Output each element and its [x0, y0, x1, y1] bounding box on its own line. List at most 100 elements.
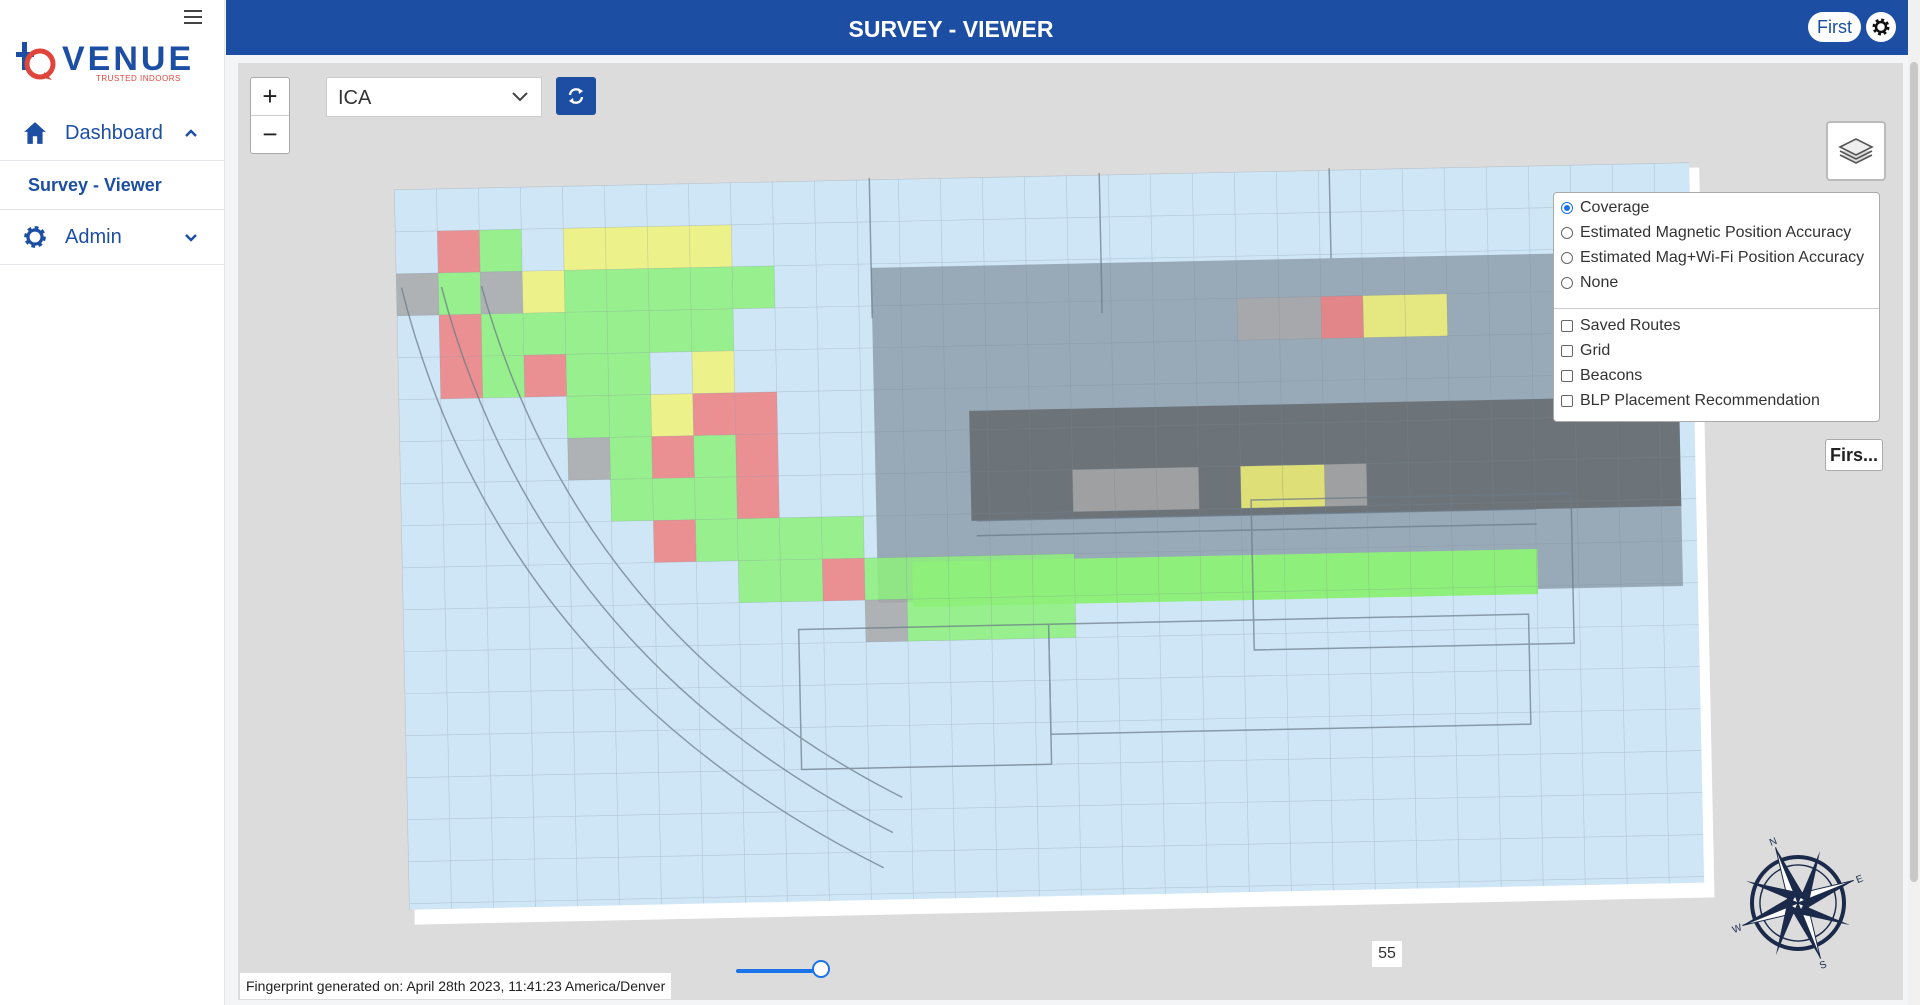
- coverage-cell: [1032, 553, 1076, 597]
- compass-letter-w: W: [1731, 922, 1744, 936]
- layers-button[interactable]: [1826, 121, 1886, 181]
- coverage-cell: [865, 599, 908, 643]
- logo-wordmark: VENUE: [62, 40, 195, 78]
- layer-toggle-grid[interactable]: Grid: [1561, 340, 1610, 362]
- coverage-cell: [647, 225, 691, 269]
- coverage-cell: [610, 478, 654, 522]
- floor-select[interactable]: ICA: [326, 77, 542, 117]
- option-label: Grid: [1580, 342, 1611, 359]
- coverage-cell: [567, 437, 611, 481]
- coverage-cell: [690, 308, 734, 352]
- radio-button[interactable]: [1561, 227, 1573, 239]
- chevron-up-icon: [185, 129, 197, 137]
- coverage-cell: [566, 395, 610, 439]
- coverage-cell: [605, 226, 649, 270]
- refresh-button[interactable]: [556, 77, 596, 115]
- fingerprint-info: Fingerprint generated on: April 28th 202…: [240, 973, 672, 999]
- coverage-cell: [479, 229, 523, 273]
- layer-option-magnetic-accuracy[interactable]: Estimated Magnetic Position Accuracy: [1561, 222, 1851, 244]
- coverage-cell: [1362, 294, 1406, 338]
- zoom-out-button[interactable]: −: [251, 116, 289, 153]
- layer-toggle-blp-recommendation[interactable]: BLP Placement Recommendation: [1561, 390, 1820, 412]
- sidebar-item-dashboard[interactable]: Dashboard: [0, 106, 224, 161]
- layer-toggle-beacons[interactable]: Beacons: [1561, 365, 1642, 387]
- chevron-down-icon: [185, 234, 197, 242]
- page-scrollbar[interactable]: [1908, 0, 1920, 1005]
- coverage-cell: [693, 434, 737, 478]
- coverage-cell: [523, 312, 566, 356]
- option-label: None: [1580, 274, 1619, 291]
- coverage-cell: [736, 475, 780, 519]
- sidebar-item-survey-viewer[interactable]: Survey - Viewer: [0, 161, 224, 210]
- coverage-cell: [738, 559, 782, 603]
- slider-fill: [736, 969, 822, 973]
- sidebar-item-label: Dashboard: [65, 121, 163, 144]
- top-header: SURVEY - VIEWER First: [226, 0, 1908, 55]
- checkbox[interactable]: [1561, 395, 1573, 407]
- coverage-cell: [523, 354, 567, 398]
- coverage-cell: [1278, 296, 1322, 340]
- checkbox[interactable]: [1561, 345, 1573, 357]
- map-viewport[interactable]: + − ICA Coverage Estimated Magnetic Posi…: [238, 63, 1903, 1000]
- coverage-cell: [1156, 467, 1200, 510]
- sidebar-item-label: Survey - Viewer: [28, 174, 162, 195]
- chevron-down-icon: [512, 92, 528, 102]
- floor-select-value: ICA: [338, 87, 372, 109]
- layer-option-mag-wifi-accuracy[interactable]: Estimated Mag+Wi-Fi Position Accuracy: [1561, 247, 1864, 269]
- settings-button[interactable]: [1866, 12, 1896, 42]
- option-label: Estimated Mag+Wi-Fi Position Accuracy: [1580, 249, 1865, 266]
- coverage-cell: [735, 433, 779, 477]
- coverage-cell: [948, 555, 992, 599]
- sidebar-item-admin[interactable]: Admin: [0, 210, 224, 265]
- coverage-cell: [949, 597, 992, 641]
- coverage-cell: [991, 596, 1034, 640]
- compass-letter-s: S: [1818, 959, 1829, 972]
- coverage-cell: [694, 476, 738, 520]
- layer-option-coverage[interactable]: Coverage: [1561, 197, 1649, 219]
- refresh-icon: [568, 88, 584, 104]
- coverage-cell: [650, 393, 694, 437]
- checkbox[interactable]: [1561, 370, 1573, 382]
- zoom-in-button[interactable]: +: [251, 78, 289, 116]
- coverage-cell: [1320, 295, 1364, 339]
- coverage-cell: [1324, 463, 1368, 507]
- layer-option-none[interactable]: None: [1561, 272, 1618, 294]
- coverage-cell: [607, 352, 651, 396]
- zoom-control: + −: [250, 77, 290, 154]
- coverage-cell: [1282, 464, 1326, 508]
- coverage-cell: [648, 267, 691, 311]
- coverage-cell: [652, 477, 696, 521]
- coverage-cell: [606, 268, 649, 312]
- floor-button[interactable]: First: [1808, 12, 1861, 42]
- coverage-cell: [822, 558, 866, 601]
- radio-button[interactable]: [1561, 252, 1573, 264]
- coverage-cell: [732, 265, 775, 309]
- coverage-cell: [689, 224, 733, 268]
- coverage-cell: [821, 516, 865, 559]
- layer-toggle-saved-routes[interactable]: Saved Routes: [1561, 315, 1681, 337]
- coverage-cell: [691, 350, 735, 394]
- option-label: Estimated Magnetic Position Accuracy: [1580, 224, 1852, 241]
- time-slider[interactable]: [736, 960, 1366, 978]
- coverage-cell: [779, 516, 823, 560]
- coverage-cell: [737, 517, 781, 561]
- sidebar-item-label: Admin: [65, 225, 122, 248]
- floor-label-button[interactable]: Firs...: [1825, 439, 1883, 471]
- compass-letter-e: E: [1855, 873, 1866, 886]
- layers-icon: [1838, 138, 1874, 164]
- radio-button[interactable]: [1561, 277, 1573, 289]
- radio-button[interactable]: [1561, 202, 1573, 214]
- coverage-cell: [565, 353, 609, 397]
- option-label: Beacons: [1580, 367, 1643, 384]
- slider-value: 55: [1372, 941, 1402, 967]
- coverage-cell: [481, 313, 524, 357]
- coverage-cell: [563, 227, 607, 271]
- slider-thumb[interactable]: [812, 960, 831, 978]
- hamburger-icon[interactable]: [184, 10, 202, 24]
- coverage-cell: [1404, 293, 1448, 337]
- checkbox[interactable]: [1561, 320, 1573, 332]
- coverage-cell: [1240, 465, 1284, 509]
- sidebar: VENUE TRUSTED INDOORS Dashboard Survey -…: [0, 0, 225, 1005]
- gear-icon: [24, 226, 46, 248]
- scrollbar-thumb[interactable]: [1910, 62, 1918, 882]
